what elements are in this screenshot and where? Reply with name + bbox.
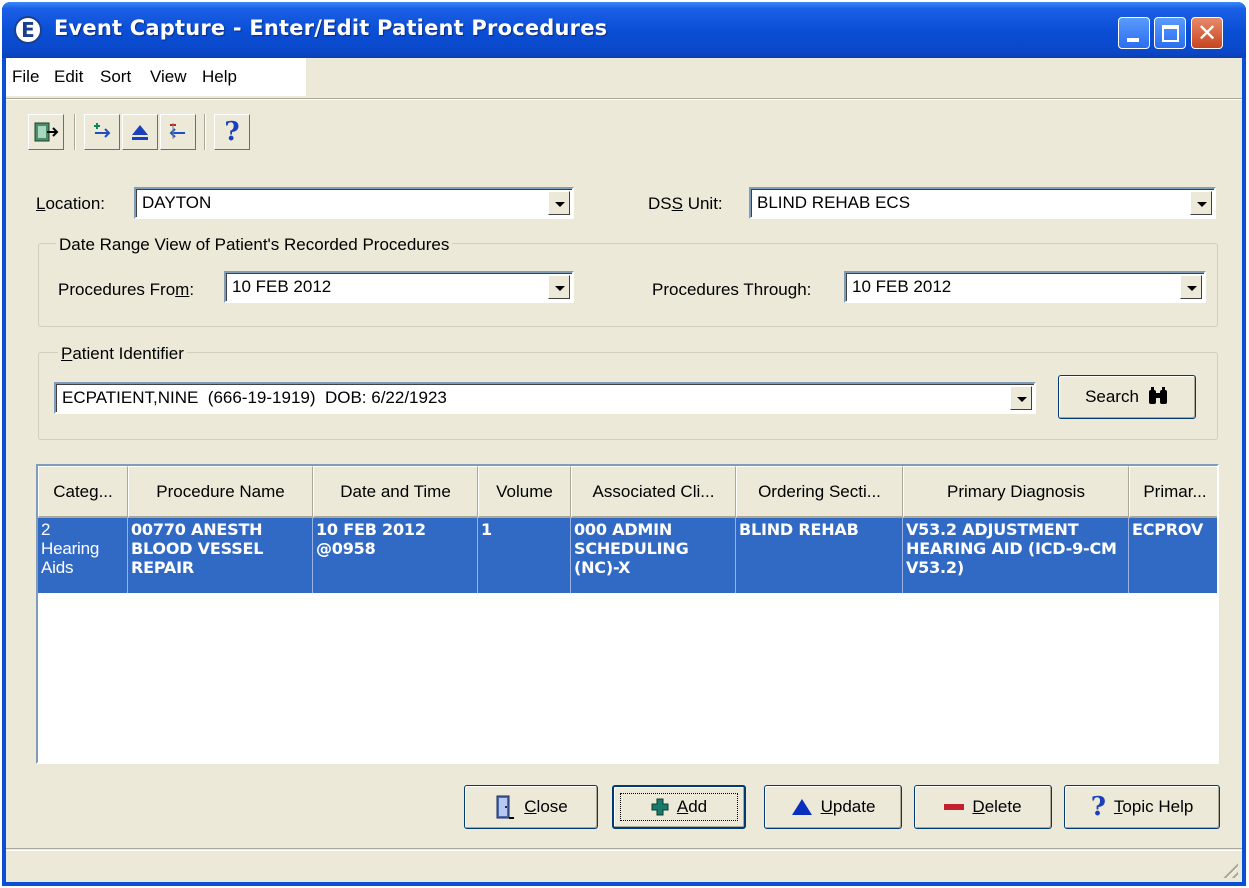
cell-volume: 1 bbox=[478, 518, 571, 593]
date-range-title: Date Range View of Patient's Recorded Pr… bbox=[56, 235, 453, 255]
procedures-grid[interactable]: Categ... Procedure Name Date and Time Vo… bbox=[36, 464, 1219, 764]
move-back-tool-button[interactable] bbox=[160, 114, 196, 150]
app-window: E Event Capture - Enter/Edit Patient Pro… bbox=[2, 2, 1246, 886]
chevron-down-icon[interactable] bbox=[548, 191, 570, 215]
close-button[interactable]: Close bbox=[464, 785, 598, 829]
delete-button[interactable]: Delete bbox=[914, 785, 1052, 829]
topic-help-button[interactable]: ? Topic Help bbox=[1064, 785, 1220, 829]
chevron-down-icon[interactable] bbox=[548, 275, 570, 299]
menu-bar: File Edit Sort View Help bbox=[6, 58, 306, 96]
plus-icon bbox=[651, 798, 669, 816]
grid-header: Categ... Procedure Name Date and Time Vo… bbox=[38, 466, 1217, 518]
procedures-through-label: Procedures Through: bbox=[652, 280, 812, 299]
update-label: Update bbox=[820, 797, 876, 816]
menu-view[interactable]: View bbox=[150, 67, 187, 87]
minimize-button[interactable] bbox=[1118, 17, 1150, 49]
move-up-icon bbox=[94, 123, 111, 138]
menu-file[interactable]: File bbox=[12, 67, 39, 87]
exit-icon bbox=[34, 122, 59, 142]
dss-unit-combo[interactable]: BLIND REHAB ECS bbox=[749, 187, 1216, 219]
exit-tool-button[interactable] bbox=[28, 114, 64, 150]
procedures-from-value: 10 FEB 2012 bbox=[232, 277, 332, 296]
search-button[interactable]: Search bbox=[1058, 375, 1196, 419]
procedures-through-combo[interactable]: 10 FEB 2012 bbox=[844, 271, 1206, 303]
help-question-icon: ? bbox=[1090, 792, 1106, 822]
menu-help[interactable]: Help bbox=[202, 67, 237, 87]
door-exit-icon bbox=[496, 795, 515, 819]
window-title: Event Capture - Enter/Edit Patient Proce… bbox=[54, 16, 608, 40]
eject-tool-button[interactable] bbox=[122, 114, 158, 150]
patient-identifier-combo[interactable]: ECPATIENT,NINE (666-19-1919) DOB: 6/22/1… bbox=[54, 382, 1036, 414]
cell-clinic: 000 ADMIN SCHEDULING (NC)-X bbox=[571, 518, 736, 593]
move-up-tool-button[interactable] bbox=[84, 114, 120, 150]
title-bar[interactable]: E Event Capture - Enter/Edit Patient Pro… bbox=[2, 2, 1246, 58]
menu-edit[interactable]: Edit bbox=[54, 67, 83, 87]
resize-grip[interactable] bbox=[1220, 860, 1238, 878]
status-bar bbox=[6, 848, 1242, 882]
move-back-icon bbox=[169, 123, 185, 139]
dss-unit-label: DSS Unit: bbox=[648, 194, 723, 213]
location-combo[interactable]: DAYTON bbox=[134, 187, 574, 219]
location-value: DAYTON bbox=[142, 193, 212, 212]
chevron-down-icon[interactable] bbox=[1190, 191, 1212, 215]
binoculars-icon bbox=[1148, 387, 1167, 404]
col-category[interactable]: Categ... bbox=[38, 466, 128, 518]
cell-provider: ECPROV bbox=[1132, 520, 1204, 539]
minus-icon bbox=[944, 804, 965, 810]
procedures-from-combo[interactable]: 10 FEB 2012 bbox=[224, 271, 574, 303]
help-tool-button[interactable]: ? bbox=[214, 114, 250, 150]
procedures-through-value: 10 FEB 2012 bbox=[852, 277, 952, 296]
cell-diagnosis: V53.2 ADJUSTMENT HEARING AID (ICD-9-CM V… bbox=[903, 518, 1129, 593]
cell-procedure: 00770 ANESTH BLOOD VESSEL REPAIR bbox=[128, 518, 313, 593]
patient-identifier-value: ECPATIENT,NINE (666-19-1919) DOB: 6/22/1… bbox=[62, 388, 447, 407]
search-label: Search bbox=[1085, 387, 1139, 406]
toolbar-separator bbox=[74, 114, 76, 150]
chevron-down-icon[interactable] bbox=[1010, 386, 1032, 410]
close-label: Close bbox=[524, 797, 568, 816]
col-primary-diagnosis[interactable]: Primary Diagnosis bbox=[903, 466, 1129, 518]
patient-identifier-title: Patient Identifier bbox=[58, 344, 187, 364]
maximize-button[interactable] bbox=[1154, 17, 1186, 49]
col-procedure-name[interactable]: Procedure Name bbox=[128, 466, 313, 518]
app-icon: E bbox=[14, 16, 42, 44]
cell-category: 2 Hearing Aids bbox=[38, 518, 128, 593]
toolbar-separator bbox=[204, 114, 206, 150]
maximize-icon bbox=[1162, 25, 1179, 42]
col-associated-clinic[interactable]: Associated Cli... bbox=[571, 466, 736, 518]
dialog-body: File Edit Sort View Help ? Location: DAY… bbox=[6, 58, 1242, 882]
dss-unit-value: BLIND REHAB ECS bbox=[757, 193, 911, 212]
eject-icon bbox=[132, 125, 148, 140]
add-button[interactable]: Add bbox=[612, 785, 746, 829]
table-row[interactable]: 2 Hearing Aids 00770 ANESTH BLOOD VESSEL… bbox=[38, 518, 1217, 593]
topic-help-label: Topic Help bbox=[1113, 797, 1194, 816]
close-icon: ✕ bbox=[1196, 19, 1218, 47]
location-label: Location: bbox=[36, 194, 106, 213]
menu-sort[interactable]: Sort bbox=[100, 67, 131, 87]
triangle-up-icon bbox=[791, 799, 812, 815]
cell-section: BLIND REHAB bbox=[736, 518, 903, 593]
toolbar-divider bbox=[6, 98, 1242, 100]
update-button[interactable]: Update bbox=[764, 785, 902, 829]
col-primary-provider[interactable]: Primar... bbox=[1129, 466, 1217, 518]
col-volume[interactable]: Volume bbox=[478, 466, 571, 518]
col-date-time[interactable]: Date and Time bbox=[313, 466, 478, 518]
help-question-icon: ? bbox=[224, 117, 240, 147]
delete-label: Delete bbox=[972, 797, 1022, 816]
add-label: Add bbox=[676, 797, 708, 816]
procedures-from-label: Procedures From: bbox=[58, 280, 195, 299]
chevron-down-icon[interactable] bbox=[1180, 275, 1202, 299]
minimize-icon bbox=[1127, 38, 1139, 42]
close-window-button[interactable]: ✕ bbox=[1191, 17, 1223, 49]
cell-datetime: 10 FEB 2012 @0958 bbox=[313, 518, 478, 593]
col-ordering-section[interactable]: Ordering Secti... bbox=[736, 466, 903, 518]
